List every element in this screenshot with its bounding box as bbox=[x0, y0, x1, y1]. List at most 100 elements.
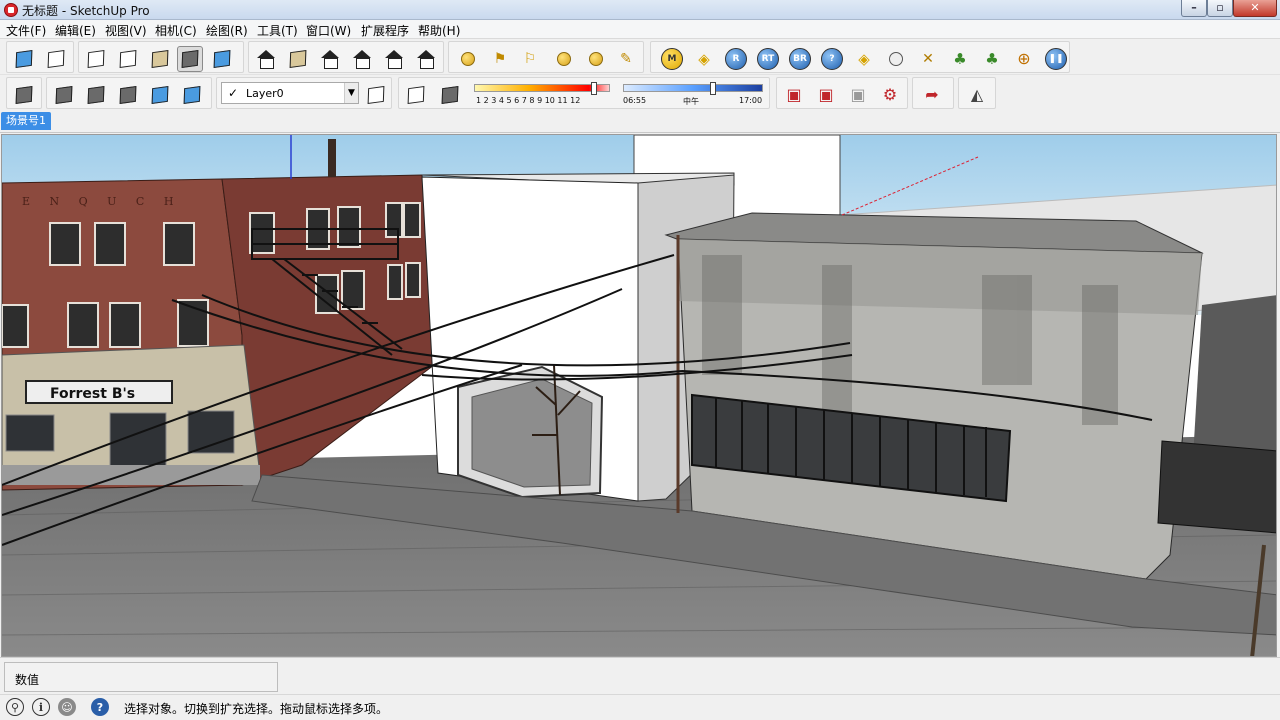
toolbar-group-components bbox=[46, 77, 212, 109]
extension-warehouse-button[interactable]: ⚙ bbox=[877, 82, 903, 108]
get-models-button[interactable]: ▣ bbox=[781, 82, 807, 108]
back-house-icon bbox=[384, 50, 404, 69]
vcb-area: 数值 bbox=[0, 657, 1280, 694]
component-e-button[interactable] bbox=[179, 82, 205, 108]
component-b-icon bbox=[87, 85, 105, 105]
share-model-button[interactable]: ▣ bbox=[813, 82, 839, 108]
right-view-button[interactable] bbox=[349, 46, 375, 72]
textured-style-button[interactable] bbox=[177, 46, 203, 72]
status-bar: ⚲ i ☺ ? 选择对象。切换到扩充选择。拖动鼠标选择多项。 bbox=[0, 694, 1280, 720]
menu-file[interactable]: 文件(F) bbox=[6, 22, 46, 39]
toolbar-group-camera: ⚑ ⚐ ✎ bbox=[448, 41, 644, 73]
m-badge-icon: M bbox=[661, 48, 683, 70]
tag-button-2[interactable]: ◈ bbox=[851, 46, 877, 72]
look-around-button[interactable]: ⚐ bbox=[517, 46, 543, 72]
shadow-settings-button[interactable] bbox=[403, 82, 429, 108]
left-view-button[interactable] bbox=[413, 46, 439, 72]
sketchup-app-icon[interactable] bbox=[4, 3, 18, 17]
time-start-label: 06:55 bbox=[623, 96, 647, 105]
menu-help[interactable]: 帮助(H) bbox=[418, 22, 460, 39]
measurements-label[interactable]: 数值 bbox=[4, 662, 278, 692]
plugin-r-button[interactable]: R bbox=[723, 46, 749, 72]
chevron-down-icon[interactable]: ▼ bbox=[344, 83, 358, 103]
vestibule-glass bbox=[471, 378, 593, 488]
menu-bar: 文件(F) 编辑(E) 视图(V) 相机(C) 绘图(R) 工具(T) 窗口(W… bbox=[0, 20, 1280, 39]
plugin-m-button[interactable]: M bbox=[659, 46, 685, 72]
walk-button[interactable]: ⚑ bbox=[487, 46, 513, 72]
send-to-layout-button[interactable]: ➦ bbox=[919, 82, 945, 108]
material-ball-button[interactable] bbox=[883, 46, 909, 72]
scene-tab-1[interactable]: 场景号1 bbox=[1, 112, 51, 130]
section-plane-button[interactable] bbox=[551, 46, 577, 72]
scene-render: E N Q U C H Forrest B's bbox=[2, 135, 1276, 656]
menu-edit[interactable]: 编辑(E) bbox=[55, 22, 96, 39]
toolbar-group-shadows: 1 2 3 4 5 6 7 8 9 10 11 12 06:55 中午 17:0… bbox=[398, 77, 770, 109]
back-view-button[interactable] bbox=[381, 46, 407, 72]
menu-extensions[interactable]: 扩展程序 bbox=[361, 22, 409, 39]
shadow-month-slider[interactable] bbox=[474, 82, 610, 95]
xray-style-button[interactable] bbox=[83, 46, 109, 72]
iso-view-button-2[interactable] bbox=[253, 46, 279, 72]
toolbar-row-2: ✓ Layer0 ▼ 1 2 3 4 5 6 7 8 9 10 11 12 06… bbox=[0, 75, 1280, 111]
paint-icon: ✎ bbox=[620, 51, 632, 67]
tag-button[interactable]: ◈ bbox=[691, 46, 717, 72]
paint-button[interactable]: ✎ bbox=[613, 46, 639, 72]
front-view-button[interactable] bbox=[317, 46, 343, 72]
layout-icon: ➦ bbox=[925, 85, 939, 104]
facade-lettering: E N Q U C H bbox=[22, 195, 181, 208]
component-c-button[interactable] bbox=[115, 82, 141, 108]
shadow-settings-icon bbox=[407, 85, 425, 105]
layer-name: Layer0 bbox=[246, 87, 284, 100]
monochrome-style-button[interactable] bbox=[209, 46, 235, 72]
iso-view-button[interactable] bbox=[11, 46, 37, 72]
plant-button[interactable]: ♣ bbox=[947, 46, 973, 72]
info-icon[interactable]: i bbox=[32, 698, 50, 716]
plugin-rt-button[interactable]: RT bbox=[755, 46, 781, 72]
model-viewport[interactable]: E N Q U C H Forrest B's bbox=[1, 134, 1277, 657]
menu-view[interactable]: 视图(V) bbox=[105, 22, 147, 39]
component-d-button[interactable] bbox=[147, 82, 173, 108]
wireframe-style-button[interactable] bbox=[115, 46, 141, 72]
menu-camera[interactable]: 相机(C) bbox=[155, 22, 197, 39]
layer-manager-button[interactable] bbox=[363, 82, 389, 108]
pause-button[interactable]: ❚❚ bbox=[1043, 46, 1069, 72]
time-slider-knob[interactable] bbox=[710, 82, 716, 95]
month-slider-knob[interactable] bbox=[591, 82, 597, 95]
share-component-button[interactable]: ▣ bbox=[845, 82, 871, 108]
plant-button-2[interactable]: ♣ bbox=[979, 46, 1005, 72]
shaded-icon bbox=[151, 49, 169, 69]
top-view-button[interactable] bbox=[43, 46, 69, 72]
monochrome-icon bbox=[213, 49, 231, 69]
component-a-button[interactable] bbox=[51, 82, 77, 108]
layer-select[interactable]: ✓ Layer0 ▼ bbox=[221, 82, 359, 104]
minimize-button[interactable]: – bbox=[1181, 0, 1207, 17]
position-camera-button[interactable] bbox=[455, 46, 481, 72]
warehouse-icon: ▣ bbox=[786, 85, 802, 104]
textured-icon bbox=[181, 49, 199, 69]
component-b-button[interactable] bbox=[83, 82, 109, 108]
user-icon[interactable]: ☺ bbox=[58, 698, 76, 716]
maximize-button[interactable]: ▫ bbox=[1207, 0, 1233, 17]
sphere-button[interactable] bbox=[583, 46, 609, 72]
top-view-button-2[interactable] bbox=[285, 46, 311, 72]
toolbar-group-layer: ✓ Layer0 ▼ bbox=[216, 77, 392, 109]
toggle-shadows-button[interactable] bbox=[437, 82, 463, 108]
geo-location-icon[interactable]: ⚲ bbox=[6, 698, 24, 716]
layer-visible-checkmark: ✓ bbox=[228, 86, 239, 100]
toolbar-group-views-b bbox=[248, 41, 444, 73]
help-icon[interactable]: ? bbox=[91, 698, 109, 716]
plugin-help-button[interactable]: ? bbox=[819, 46, 845, 72]
menu-draw[interactable]: 绘图(R) bbox=[206, 22, 248, 39]
shadow-time-slider[interactable] bbox=[623, 82, 763, 95]
layers-button[interactable] bbox=[11, 82, 37, 108]
close-button[interactable]: ✕ bbox=[1233, 0, 1277, 17]
shaded-style-button[interactable] bbox=[147, 46, 173, 72]
menu-window[interactable]: 窗口(W) bbox=[306, 22, 351, 39]
crossed-tool-icon: ✕ bbox=[922, 51, 934, 67]
crossed-tool-button[interactable]: ✕ bbox=[915, 46, 941, 72]
plugin-br-button[interactable]: BR bbox=[787, 46, 813, 72]
menu-tools[interactable]: 工具(T) bbox=[257, 22, 298, 39]
target-button[interactable]: ⊕ bbox=[1011, 46, 1037, 72]
mirror-button[interactable]: ◭ bbox=[964, 82, 990, 108]
right-house-icon bbox=[352, 50, 372, 69]
